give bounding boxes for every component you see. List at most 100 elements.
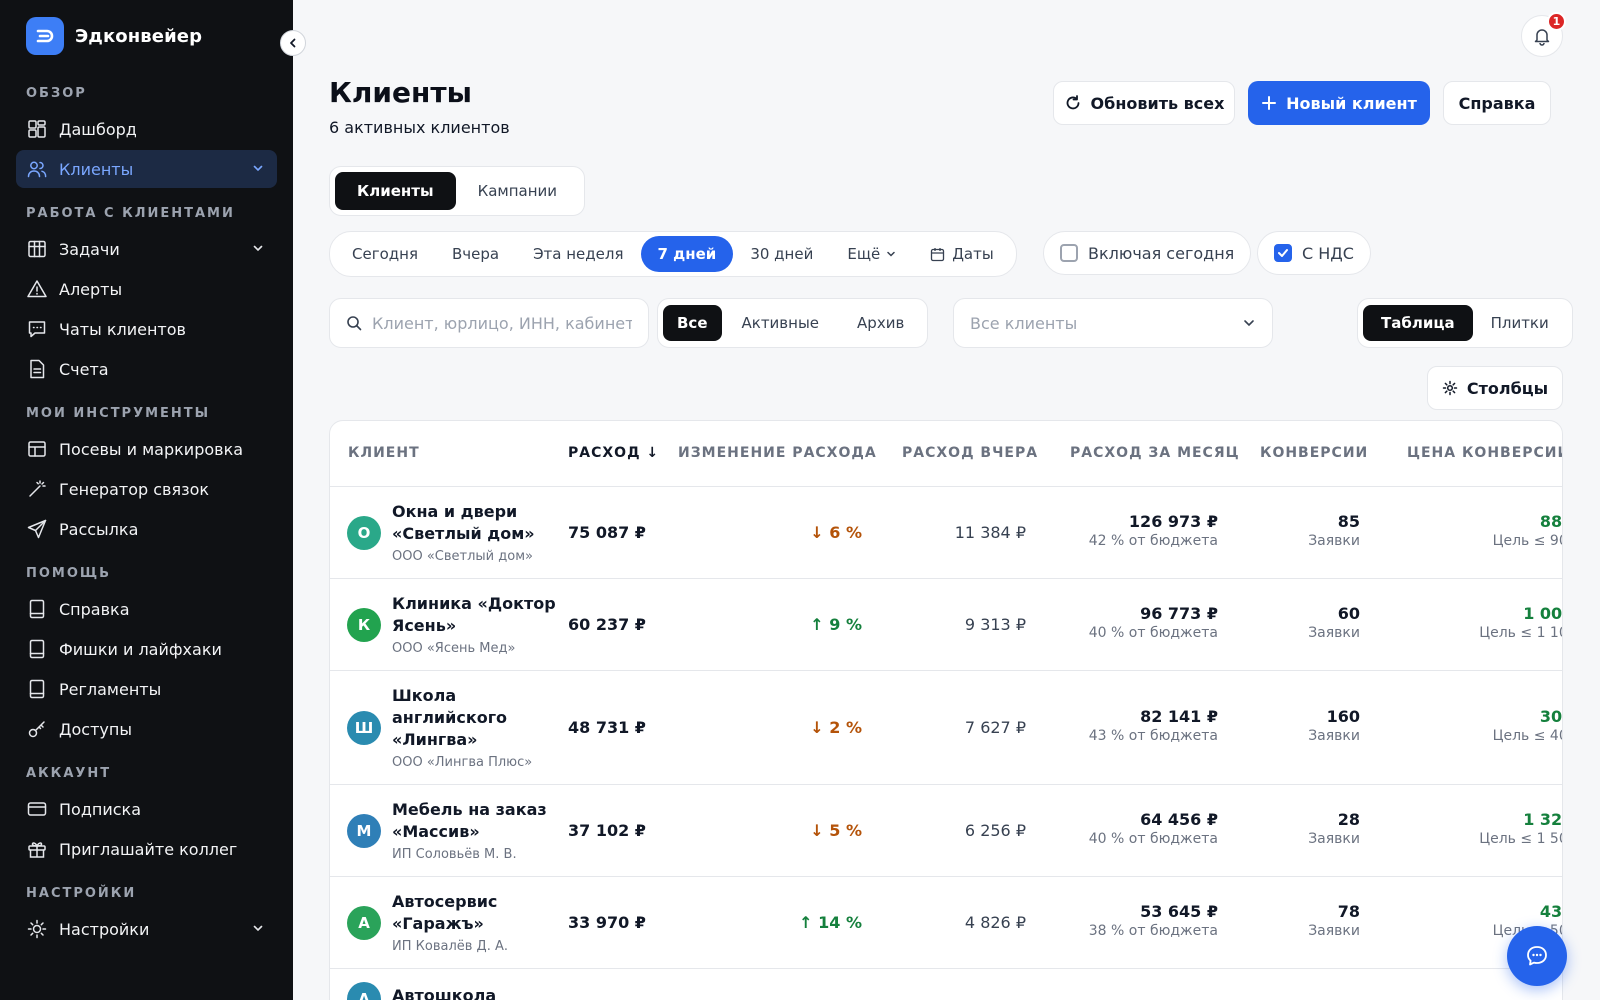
book-icon [26, 638, 48, 660]
support-chat-button[interactable] [1507, 926, 1567, 986]
brand-name: Эдконвейер [75, 25, 203, 47]
view-table[interactable]: Таблица [1363, 305, 1473, 341]
client-name-cell[interactable]: Окна и двери «Светлый дом» ООО «Светлый д… [392, 501, 562, 566]
collapse-sidebar-button[interactable] [280, 30, 306, 56]
client-name-cell[interactable]: Автосервис «Гаражъ» ИП Ковалёв Д. А. [392, 891, 562, 956]
sidebar-item[interactable]: Справка [16, 590, 277, 628]
sidebar-item[interactable]: Алерты [16, 270, 277, 308]
status-archive[interactable]: Архив [839, 304, 922, 342]
tab-campaigns[interactable]: Кампании [456, 172, 579, 210]
spend-cell: 75 087 ₽ [568, 523, 646, 542]
search-icon [347, 316, 362, 331]
period-yesterday[interactable]: Вчера [435, 235, 516, 273]
conversion-price-target: Цель ≤ 400 ₽ [1492, 728, 1562, 744]
columns-button[interactable]: Столбцы [1427, 366, 1563, 410]
alert-triangle-icon [26, 278, 48, 300]
period-this-week[interactable]: Эта неделя [516, 235, 640, 273]
col-spend-change[interactable]: ИЗМЕНЕНИЕ РАСХОДА [678, 445, 877, 461]
avatar: А [347, 906, 381, 940]
refresh-all-label: Обновить всех [1090, 93, 1225, 113]
col-conversions[interactable]: КОНВЕРСИИ [1260, 445, 1368, 461]
client-select[interactable]: Все клиенты [953, 298, 1273, 348]
sidebar-item[interactable]: Доступы [16, 710, 277, 748]
clients-table: КЛИЕНТ РАСХОД ↓ ИЗМЕНЕНИЕ РАСХОДА РАСХОД… [329, 420, 1563, 1000]
table-row[interactable]: О Окна и двери «Светлый дом» ООО «Светлый … [330, 487, 1562, 579]
table-row[interactable]: К Клиника «Доктор Ясень» ООО «Ясень Мед» 60… [330, 579, 1562, 671]
sidebar-item-label: Чаты клиентов [59, 319, 186, 339]
include-today-checkbox[interactable] [1060, 244, 1078, 262]
sidebar-item[interactable]: Приглашайте коллег [16, 830, 277, 868]
sidebar-item[interactable]: Клиенты [16, 150, 277, 188]
sidebar-item[interactable]: Рассылка [16, 510, 277, 548]
period-dates-button[interactable]: Даты [913, 235, 1011, 273]
spend-yesterday-cell: 6 256 ₽ [964, 821, 1026, 840]
table-row[interactable]: А Автошкола [330, 969, 1562, 1000]
spend-month-cell: 96 773 ₽ 40 % от бюджета [1070, 604, 1218, 641]
help-button[interactable]: Справка [1443, 81, 1551, 125]
period-more-dropdown[interactable]: Ещё [830, 235, 913, 273]
page-title: Клиенты [329, 76, 472, 109]
notifications-button[interactable]: 1 [1521, 12, 1566, 57]
col-conversion-price[interactable]: ЦЕНА КОНВЕРСИИ [1407, 445, 1562, 461]
period-30-days[interactable]: 30 дней [733, 235, 830, 273]
wand-icon [26, 478, 48, 500]
period-today[interactable]: Сегодня [335, 235, 435, 273]
sidebar-item[interactable]: Регламенты [16, 670, 277, 708]
table-row[interactable]: А Автосервис «Гаражъ» ИП Ковалёв Д. А. 33 9… [330, 877, 1562, 969]
brand-logo-icon [26, 17, 64, 55]
sort-desc-icon: ↓ [646, 445, 660, 461]
status-all[interactable]: Все [663, 305, 722, 341]
client-name: Автошкола [392, 986, 497, 1000]
col-spend-month[interactable]: РАСХОД ЗА МЕСЯЦ [1070, 445, 1240, 461]
notifications-badge: 1 [1547, 12, 1566, 31]
sidebar-item[interactable]: Фишки и лайфхаки [16, 630, 277, 668]
period-7-days[interactable]: 7 дней [640, 236, 734, 272]
sidebar-item[interactable]: Счета [16, 350, 277, 388]
search-input[interactable] [372, 313, 632, 333]
col-client[interactable]: КЛИЕНТ [348, 445, 420, 461]
conversion-price-value: 436 ₽ [1539, 902, 1563, 921]
new-client-button[interactable]: Новый клиент [1248, 81, 1430, 125]
client-legal-entity: ООО «Лингва Плюс» [392, 754, 533, 770]
budget-share: 38 % от бюджета [1088, 923, 1218, 939]
search-box [329, 298, 649, 348]
client-name-cell[interactable]: Клиника «Доктор Ясень» ООО «Ясень Мед» [392, 593, 562, 658]
view-tiles[interactable]: Плитки [1473, 304, 1567, 342]
book-icon [26, 678, 48, 700]
brand[interactable]: Эдконвейер [0, 0, 293, 72]
spend-month-cell: 126 973 ₽ 42 % от бюджета [1070, 512, 1218, 549]
sidebar-item-label: Счета [59, 359, 109, 379]
sidebar-item[interactable]: Дашборд [16, 110, 277, 148]
sidebar-item[interactable]: Генератор связок [16, 470, 277, 508]
client-name-cell[interactable]: Мебель на заказ «Массив» ИП Соловьёв М. В… [392, 799, 562, 864]
chevron-down-icon [887, 251, 895, 257]
client-name-cell[interactable]: Школа английского «Лингва» ООО «Лингва Пл… [392, 685, 562, 772]
gift-icon [26, 838, 48, 860]
tab-clients[interactable]: Клиенты [335, 172, 456, 210]
include-today-toggle[interactable]: Включая сегодня [1043, 231, 1252, 275]
refresh-all-button[interactable]: Обновить всех [1053, 81, 1235, 125]
sidebar-item[interactable]: Подписка [16, 790, 277, 828]
conversion-price-value: 305 ₽ [1539, 707, 1563, 726]
columns-label: Столбцы [1466, 378, 1549, 398]
col-spend[interactable]: РАСХОД ↓ [568, 445, 659, 461]
sidebar-item-label: Дашборд [59, 119, 137, 139]
sidebar-item[interactable]: Чаты клиентов [16, 310, 277, 348]
sidebar-item-label: Доступы [59, 719, 132, 739]
card-icon [26, 798, 48, 820]
sidebar-item[interactable]: Настройки [16, 910, 277, 948]
table-row[interactable]: Ш Школа английского «Лингва» ООО «Лингва П… [330, 671, 1562, 785]
sidebar-item[interactable]: Задачи [16, 230, 277, 268]
avatar: К [347, 608, 381, 642]
spend-month-value: 53 645 ₽ [1140, 902, 1218, 921]
vat-checkbox[interactable] [1274, 244, 1292, 262]
budget-share: 40 % от бюджета [1088, 831, 1218, 847]
client-name-cell[interactable]: Автошкола [392, 985, 562, 1000]
conversions-value: 60 [1337, 604, 1360, 623]
spend-month-value: 64 456 ₽ [1140, 810, 1218, 829]
table-row[interactable]: М Мебель на заказ «Массив» ИП Соловьёв М. … [330, 785, 1562, 877]
vat-toggle[interactable]: С НДС [1257, 231, 1371, 275]
sidebar-item[interactable]: Посевы и маркировка [16, 430, 277, 468]
col-spend-yesterday[interactable]: РАСХОД ВЧЕРА [902, 445, 1038, 461]
status-active[interactable]: Активные [722, 304, 840, 342]
